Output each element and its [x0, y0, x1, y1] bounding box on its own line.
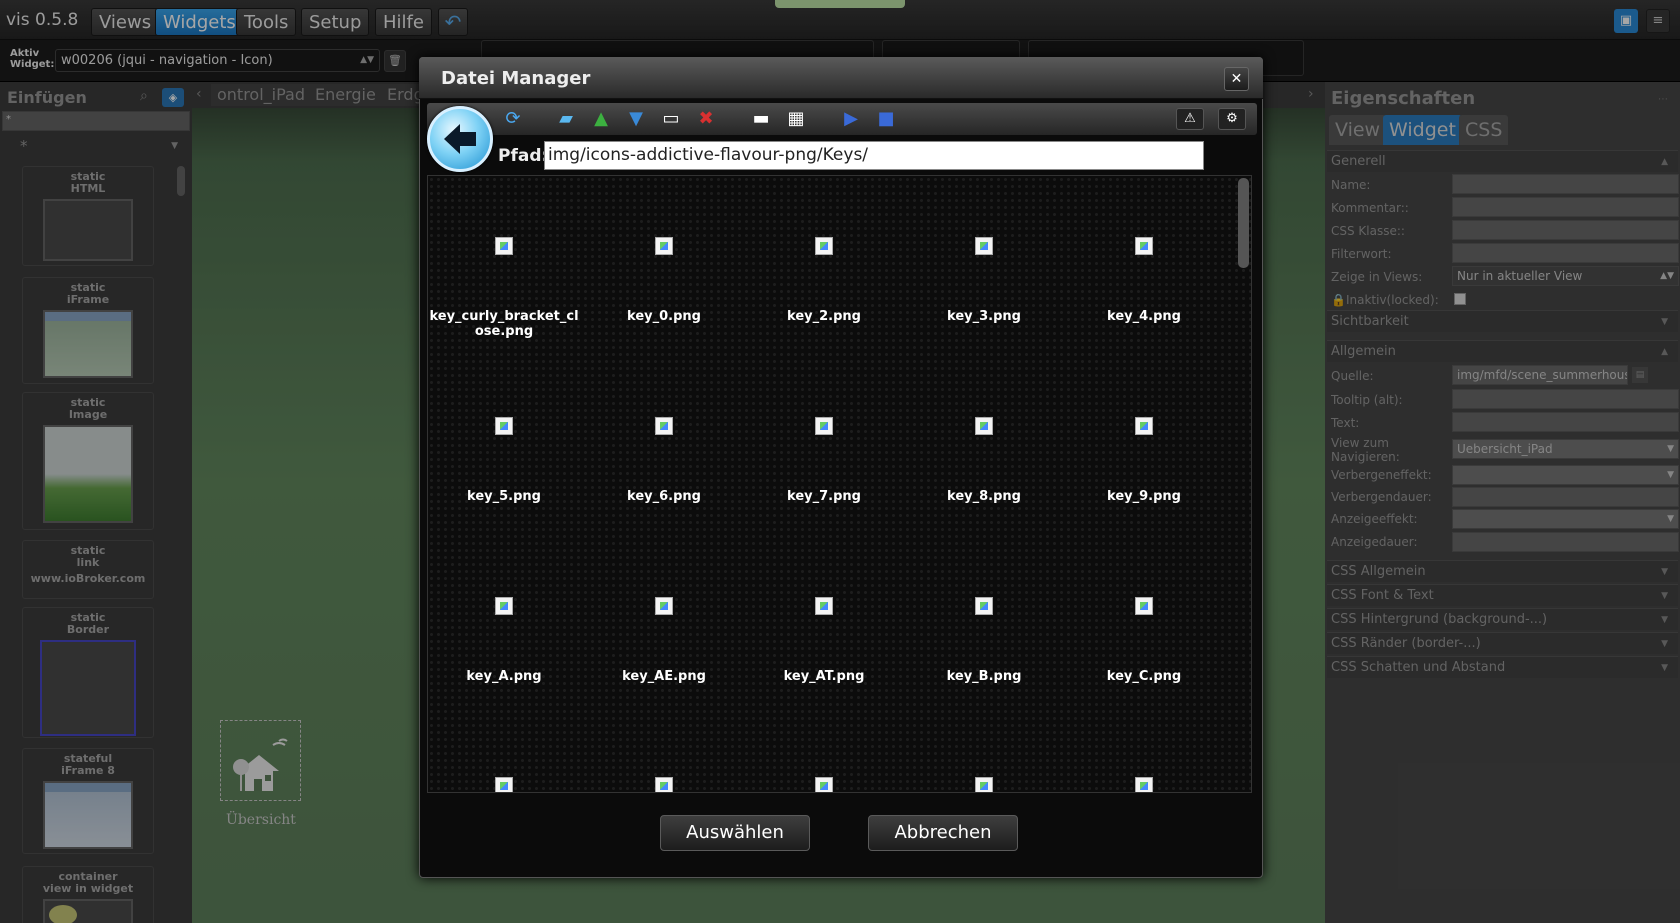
file-name: key_B.png	[946, 669, 1022, 684]
file-thumbnail-icon	[655, 597, 673, 615]
grid-view-icon[interactable]: ▦	[784, 107, 808, 131]
file-thumbnail-icon	[655, 417, 673, 435]
file-item[interactable]	[909, 777, 1059, 792]
file-thumbnail-icon	[495, 597, 513, 615]
file-thumbnail-icon	[1135, 417, 1153, 435]
select-button[interactable]: Auswählen	[660, 815, 810, 851]
file-thumbnail-icon	[655, 777, 673, 792]
file-name: key_A.png	[466, 669, 542, 684]
play-icon[interactable]: ▶	[839, 107, 863, 131]
file-thumbnail-icon	[1135, 597, 1153, 615]
file-item[interactable]: key_2.png	[749, 237, 899, 324]
gear-icon[interactable]: ⚙	[1218, 108, 1246, 130]
path-input[interactable]: img/icons-addictive-flavour-png/Keys/	[544, 141, 1204, 170]
file-item[interactable]	[1069, 777, 1219, 792]
file-item[interactable]: key_5.png	[429, 417, 579, 504]
close-icon[interactable]: ✕	[1224, 67, 1249, 91]
refresh-icon[interactable]: ⟳	[501, 107, 525, 131]
file-name: key_7.png	[787, 489, 861, 504]
file-item[interactable]: key_7.png	[749, 417, 899, 504]
file-item[interactable]: key_AE.png	[589, 597, 739, 684]
download-icon[interactable]: ▼	[624, 107, 648, 131]
upload-icon[interactable]: ▲	[589, 107, 613, 131]
cancel-button[interactable]: Abbrechen	[868, 815, 1018, 851]
rename-icon[interactable]: ▭	[659, 107, 683, 131]
file-name: key_8.png	[947, 489, 1021, 504]
file-thumbnail-icon	[975, 237, 993, 255]
dialog-title: Datei Manager	[441, 68, 591, 89]
file-thumbnail-icon	[495, 777, 513, 792]
path-label: Pfad:	[498, 146, 549, 166]
file-name: key_C.png	[1106, 669, 1182, 684]
file-item[interactable]: key_4.png	[1069, 237, 1219, 324]
list-view-icon[interactable]: ▬	[749, 107, 773, 131]
file-item[interactable]: key_8.png	[909, 417, 1059, 504]
file-item[interactable]	[749, 777, 899, 792]
file-item[interactable]	[589, 777, 739, 792]
file-item[interactable]: key_6.png	[589, 417, 739, 504]
file-name: key_AT.png	[783, 669, 865, 684]
file-name: key_curly_bracket_close.png	[429, 309, 579, 339]
file-item[interactable]: key_AT.png	[749, 597, 899, 684]
file-item[interactable]: key_0.png	[589, 237, 739, 324]
file-grid[interactable]: key_curly_bracket_close.png key_0.png key_…	[427, 175, 1252, 793]
file-thumbnail-icon	[975, 417, 993, 435]
file-item[interactable]: key_9.png	[1069, 417, 1219, 504]
file-thumbnail-icon	[815, 417, 833, 435]
file-name: key_9.png	[1107, 489, 1181, 504]
file-thumbnail-icon	[655, 237, 673, 255]
file-name: key_AE.png	[622, 669, 706, 684]
file-item[interactable]: key_3.png	[909, 237, 1059, 324]
file-grid-scrollbar[interactable]	[1238, 178, 1249, 268]
warning-icon[interactable]: ⚠	[1176, 108, 1204, 130]
file-name: key_2.png	[787, 309, 861, 324]
file-name: key_5.png	[467, 489, 541, 504]
file-thumbnail-icon	[975, 777, 993, 792]
file-name: key_3.png	[947, 309, 1021, 324]
back-arrow-glyph	[444, 124, 476, 154]
file-thumbnail-icon	[495, 237, 513, 255]
stop-icon[interactable]: ■	[874, 107, 898, 131]
file-name: key_6.png	[627, 489, 701, 504]
file-item[interactable]: key_curly_bracket_close.png	[429, 237, 579, 339]
file-thumbnail-icon	[1135, 237, 1153, 255]
file-thumbnail-icon	[815, 237, 833, 255]
file-item[interactable]: key_B.png	[909, 597, 1059, 684]
file-name: key_4.png	[1107, 309, 1181, 324]
file-name: key_0.png	[627, 309, 701, 324]
back-arrow-icon[interactable]	[427, 106, 493, 172]
file-item[interactable]: key_A.png	[429, 597, 579, 684]
delete-icon[interactable]: ✖	[694, 107, 718, 131]
file-thumbnail-icon	[815, 777, 833, 792]
file-thumbnail-icon	[1135, 777, 1153, 792]
file-thumbnail-icon	[815, 597, 833, 615]
file-item[interactable]: key_C.png	[1069, 597, 1219, 684]
file-thumbnail-icon	[975, 597, 993, 615]
file-thumbnail-icon	[495, 417, 513, 435]
file-item[interactable]	[429, 777, 579, 792]
new-folder-icon[interactable]: ▰	[554, 107, 578, 131]
